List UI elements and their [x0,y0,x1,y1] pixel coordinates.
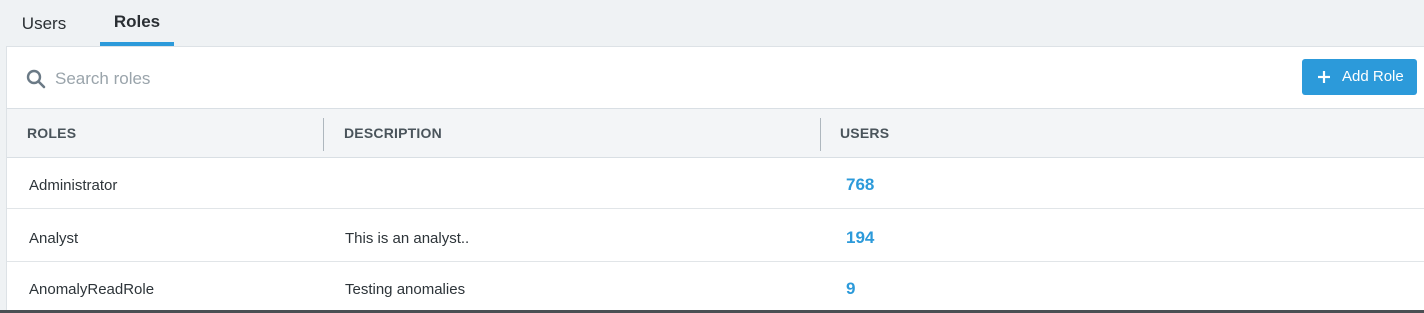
column-divider[interactable] [820,118,821,151]
roles-panel: Add Role ROLES DESCRIPTION USERS Adminis… [6,46,1424,313]
tab-roles-label: Roles [113,11,161,31]
search-input[interactable] [55,63,655,95]
role-users-count[interactable]: 194 [846,228,874,248]
column-header-description[interactable]: DESCRIPTION [344,109,442,157]
role-name: AnomalyReadRole [29,281,155,298]
role-users-count[interactable]: 9 [846,279,855,299]
role-name: Administrator [29,177,118,194]
toolbar: Add Role [7,47,1424,108]
add-role-label: Add Role [1342,68,1404,85]
plus-icon [1318,71,1330,83]
table-row[interactable]: Administrator 768 [7,158,1424,209]
tab-roles[interactable]: Roles [100,0,174,46]
tab-users-label: Users [21,13,67,33]
search-icon [26,69,46,89]
table-row[interactable]: AnomalyReadRole Testing anomalies 9 [7,262,1424,313]
table-header: ROLES DESCRIPTION USERS [7,108,1424,158]
table-row[interactable]: Analyst This is an analyst.. 194 [7,209,1424,262]
tab-bar: Users Roles [0,0,1424,46]
role-description: This is an analyst.. [345,230,470,247]
column-divider[interactable] [323,118,324,151]
tab-users[interactable]: Users [21,0,67,46]
role-description: Testing anomalies [345,281,466,298]
role-name: Analyst [29,230,79,247]
add-role-button[interactable]: Add Role [1302,59,1417,95]
column-header-roles[interactable]: ROLES [27,109,76,157]
role-users-count[interactable]: 768 [846,175,874,195]
column-header-users[interactable]: USERS [840,109,889,157]
